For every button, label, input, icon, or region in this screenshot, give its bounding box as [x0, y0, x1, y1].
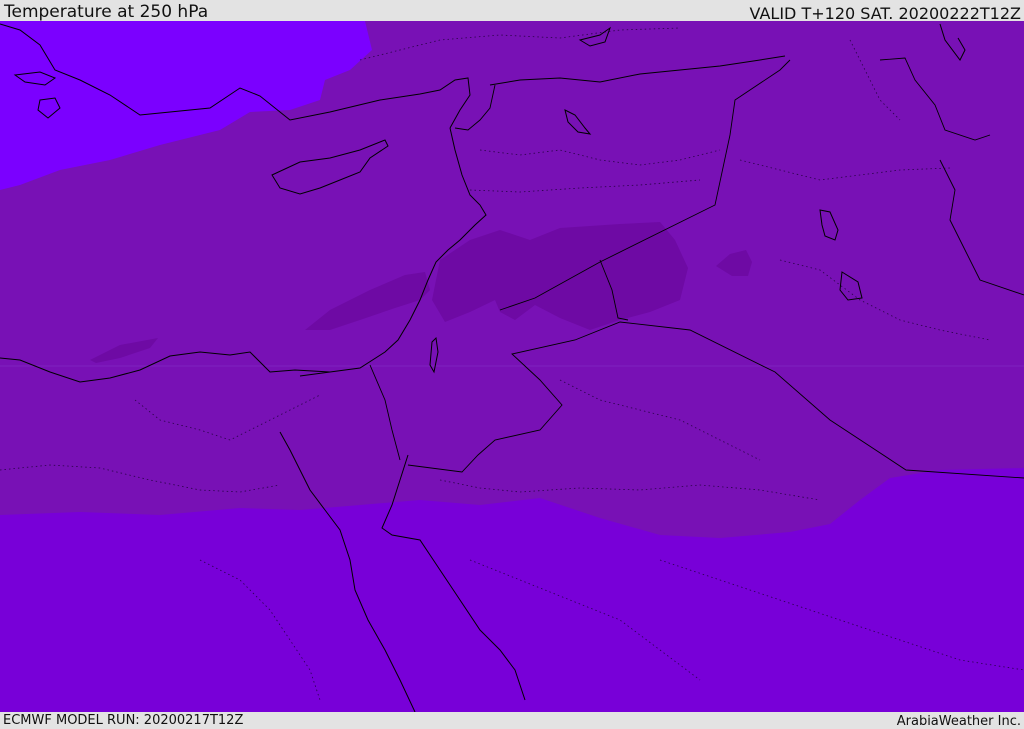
weather-map — [0, 21, 1024, 712]
model-run-label: ECMWF MODEL RUN: 20200217T12Z — [3, 713, 244, 728]
footer-bar: ECMWF MODEL RUN: 20200217T12Z ArabiaWeat… — [0, 712, 1024, 729]
title-bar: Temperature at 250 hPa VALID T+120 SAT. … — [0, 0, 1024, 23]
credit-label: ArabiaWeather Inc. — [896, 714, 1021, 729]
map-title: Temperature at 250 hPa — [4, 2, 209, 22]
